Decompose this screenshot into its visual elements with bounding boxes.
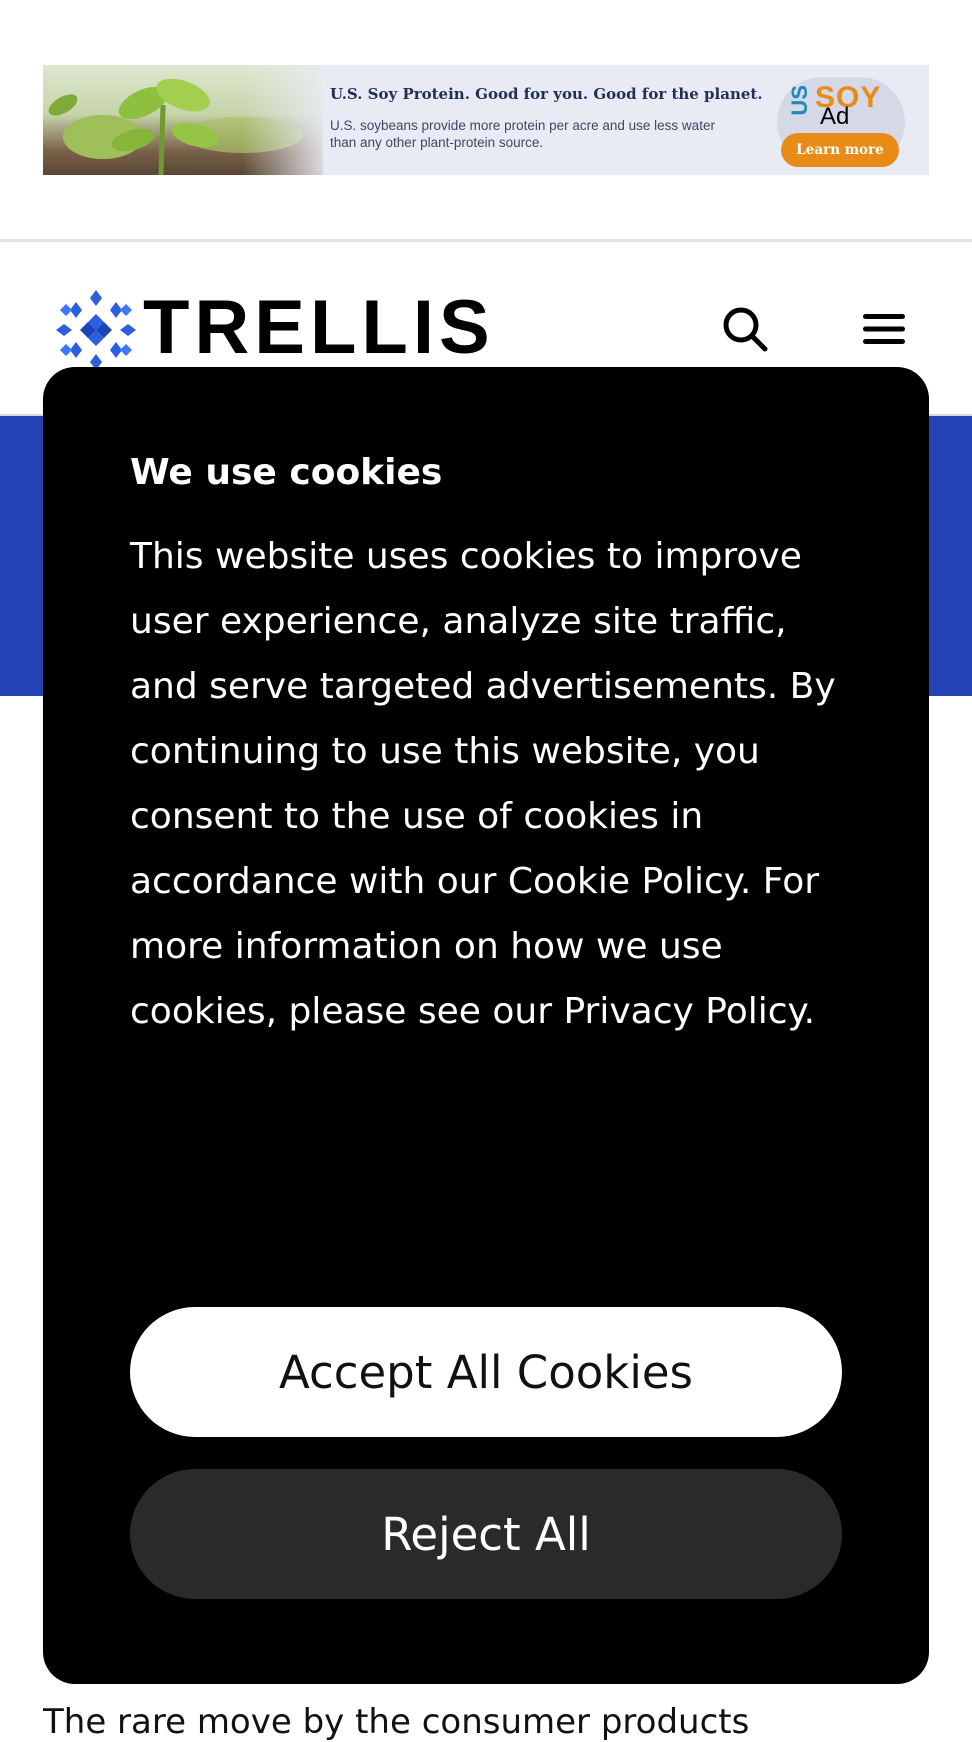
- ad-body-text: U.S. soybeans provide more protein per a…: [330, 118, 715, 150]
- accept-all-cookies-button[interactable]: Accept All Cookies: [130, 1307, 842, 1437]
- cookie-title: We use cookies: [130, 452, 443, 493]
- search-icon: [723, 307, 768, 352]
- ad-brand-badge: US SOY Ad Learn more: [777, 77, 905, 167]
- menu-button[interactable]: [857, 302, 911, 356]
- ad-logo-us: US: [787, 85, 812, 116]
- ad-label: Ad: [820, 103, 850, 130]
- article-snippet: The rare move by the consumer products: [43, 1702, 750, 1742]
- ad-banner[interactable]: U.S. Soy Protein. Good for you. Good for…: [43, 65, 929, 175]
- hamburger-menu-icon: [863, 314, 905, 344]
- search-button[interactable]: [718, 302, 772, 356]
- cookie-body-text: This website uses cookies to improve use…: [130, 536, 836, 1032]
- ad-photo-fade: [243, 65, 333, 175]
- cookie-consent-modal: We use cookies This website uses cookies…: [43, 367, 929, 1684]
- ad-headline: U.S. Soy Protein. Good for you. Good for…: [330, 85, 763, 103]
- reject-all-button[interactable]: Reject All: [130, 1469, 842, 1599]
- site-logo-text[interactable]: TRELLIS: [143, 290, 495, 366]
- ad-learn-more-button[interactable]: Learn more: [781, 133, 899, 167]
- soybean-sprout-photo: [43, 65, 333, 175]
- trellis-lattice-icon[interactable]: [56, 290, 136, 374]
